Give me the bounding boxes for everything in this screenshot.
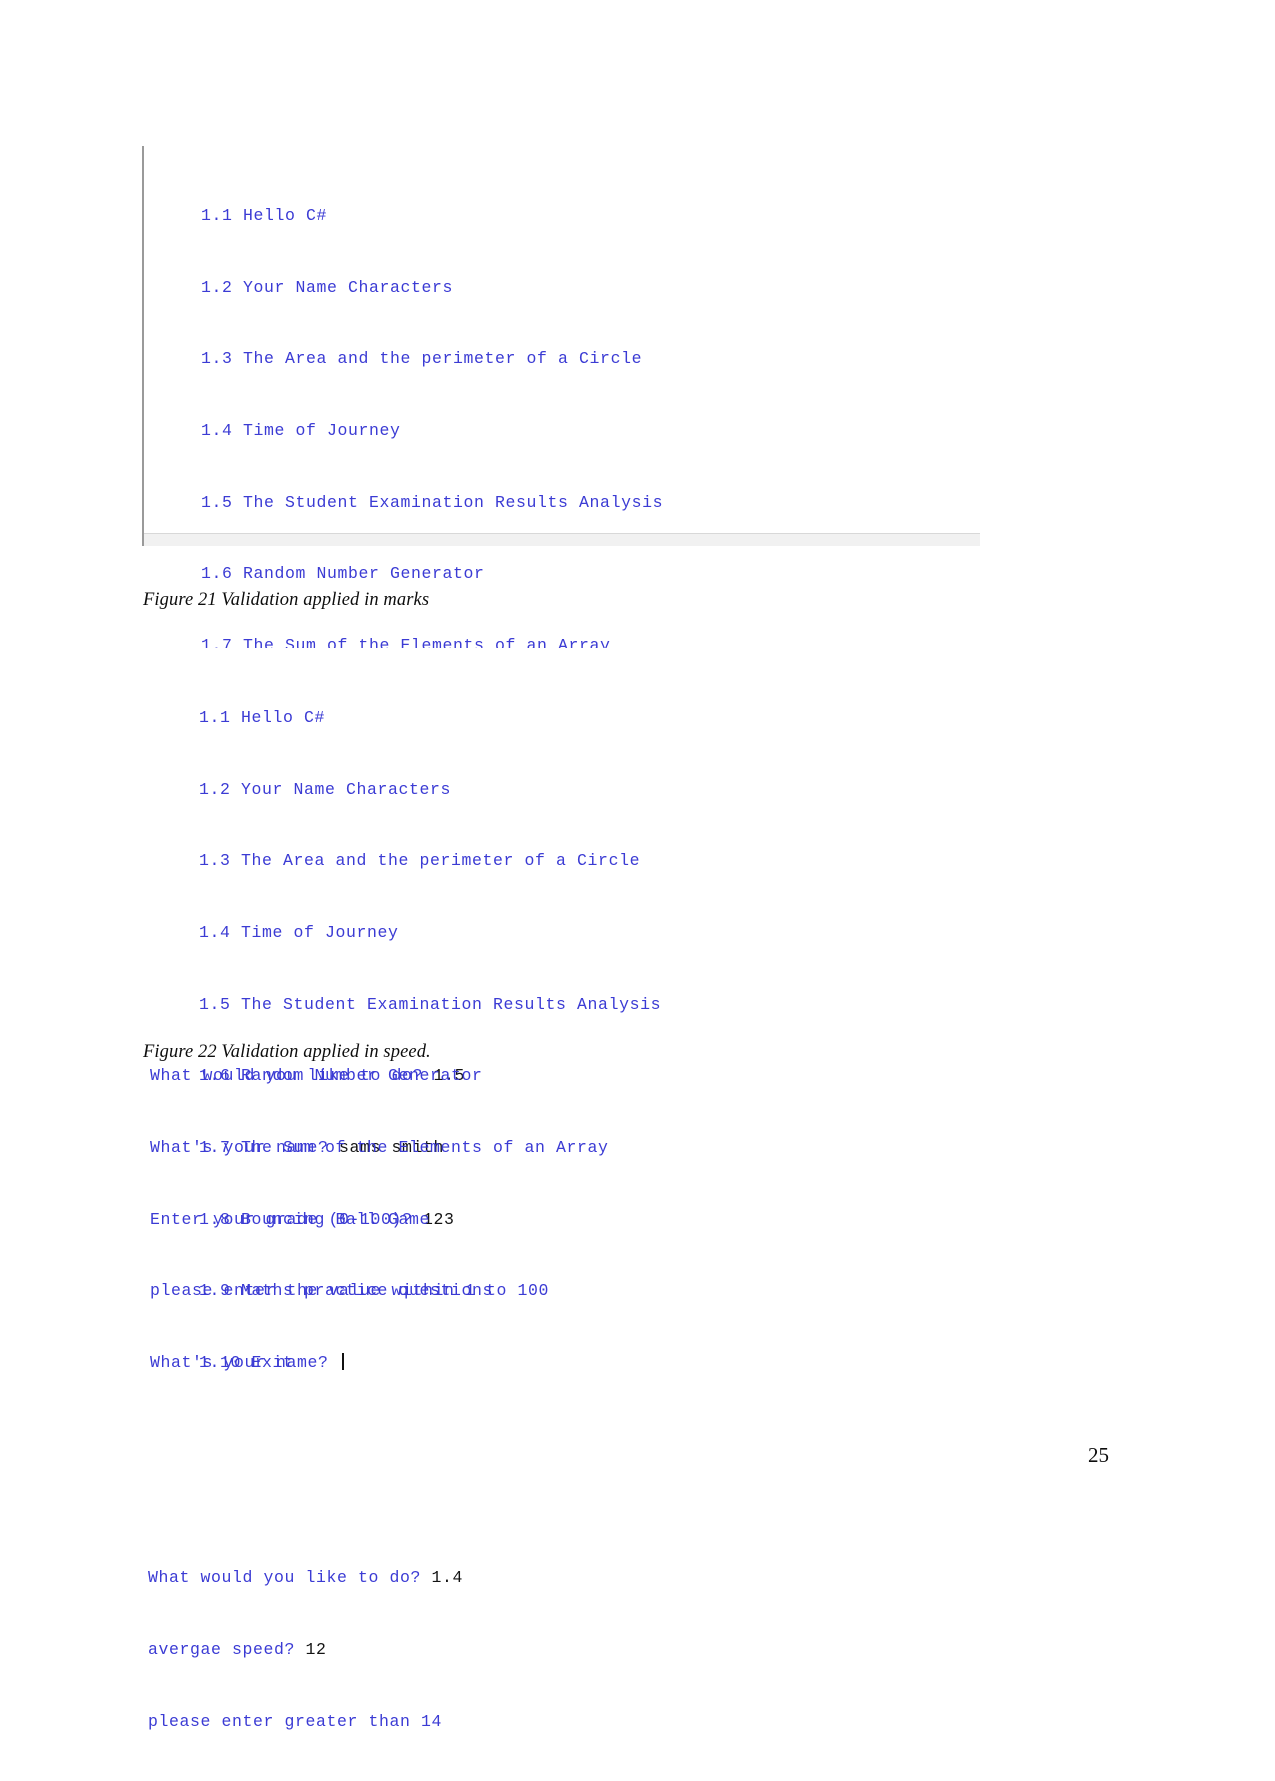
- menu-item-label: 1.2 Your Name Characters: [199, 779, 452, 799]
- console-text-2: 1.1 Hello C# 1.2 Your Name Characters 1.…: [148, 658, 980, 1781]
- menu-item-label: 1.10 Exit: [199, 1353, 294, 1373]
- menu-item: 1.3 The Area and the perimeter of a Circ…: [148, 849, 980, 873]
- menu-item-label: 1.2 Your Name Characters: [201, 277, 454, 297]
- figure-caption-21: Figure 21 Validation applied in marks: [143, 590, 430, 610]
- menu-item: 1.7 The Sum of the Elements of an Array: [148, 1136, 980, 1160]
- menu-item: 1.2 Your Name Characters: [148, 778, 980, 802]
- menu-item: 1.6 Random Number Generator: [150, 562, 980, 586]
- menu-item: 1.1 Hello C#: [150, 204, 980, 228]
- menu-item-label: 1.7 The Sum of the Elements of an Array: [199, 1138, 609, 1158]
- menu-item: 1.1 Hello C#: [148, 706, 980, 730]
- page-number: 25: [1088, 1443, 1109, 1467]
- menu-item: 1.2 Your Name Characters: [150, 276, 980, 300]
- menu-item: 1.3 The Area and the perimeter of a Circ…: [150, 347, 980, 371]
- console-screenshot-figure-22: 1.1 Hello C# 1.2 Your Name Characters 1.…: [142, 648, 980, 1731]
- console-screenshot-figure-21: 1.1 Hello C# 1.2 Your Name Characters 1.…: [142, 146, 980, 1372]
- menu-item: 1.6 Random Number Generator: [148, 1064, 980, 1088]
- menu-item: 1.4 Time of Journey: [148, 921, 980, 945]
- console-user-input: 1.4: [431, 1568, 464, 1588]
- console-session-line: What would you like to do? 1.4: [148, 1566, 980, 1590]
- menu-item-label: 1.1 Hello C#: [199, 707, 326, 727]
- menu-item: 1.4 Time of Journey: [150, 419, 980, 443]
- menu-item: 1.5 The Student Examination Results Anal…: [148, 993, 980, 1017]
- console-session-line: avergae speed? 12: [148, 1638, 980, 1662]
- menu-item-label: 1.6 Random Number Generator: [201, 564, 485, 584]
- menu-item-label: 1.5 The Student Examination Results Anal…: [199, 994, 662, 1014]
- menu-item-label: 1.3 The Area and the perimeter of a Circ…: [199, 851, 641, 871]
- figure-caption-22: Figure 22 Validation applied in speed.: [143, 1042, 431, 1062]
- menu-item: 1.9 Maths practice questions: [148, 1279, 980, 1303]
- console-prompt: What would you like to do?: [148, 1568, 432, 1588]
- menu-item-label: 1.4 Time of Journey: [201, 420, 401, 440]
- menu-item-label: 1.4 Time of Journey: [199, 922, 399, 942]
- menu-item-label: 1.5 The Student Examination Results Anal…: [201, 492, 664, 512]
- console-output-area-2: 1.1 Hello C# 1.2 Your Name Characters 1.…: [142, 648, 980, 1731]
- console-output-area-1: 1.1 Hello C# 1.2 Your Name Characters 1.…: [142, 146, 980, 1372]
- menu-item-label: 1.1 Hello C#: [201, 205, 328, 225]
- menu-item-label: 1.3 The Area and the perimeter of a Circ…: [201, 349, 643, 369]
- console-validation-message: please enter greater than 14: [148, 1710, 980, 1734]
- menu-item-label: 1.6 Random Number Generator: [199, 1066, 483, 1086]
- menu-item: 1.5 The Student Examination Results Anal…: [150, 491, 980, 515]
- menu-item-label: 1.9 Maths practice questions: [199, 1281, 494, 1301]
- console-user-input: 12: [305, 1639, 327, 1659]
- menu-item: 1.8 Bouncing Ball Game: [148, 1208, 980, 1232]
- console-prompt: please enter greater than 14: [148, 1711, 443, 1731]
- menu-item: 1.10 Exit: [148, 1351, 980, 1375]
- console-bottom-strip: [144, 533, 980, 546]
- console-prompt: avergae speed?: [148, 1639, 306, 1659]
- document-page: 1.1 Hello C# 1.2 Your Name Characters 1.…: [0, 0, 1275, 1731]
- menu-item-label: 1.8 Bouncing Ball Game: [199, 1209, 431, 1229]
